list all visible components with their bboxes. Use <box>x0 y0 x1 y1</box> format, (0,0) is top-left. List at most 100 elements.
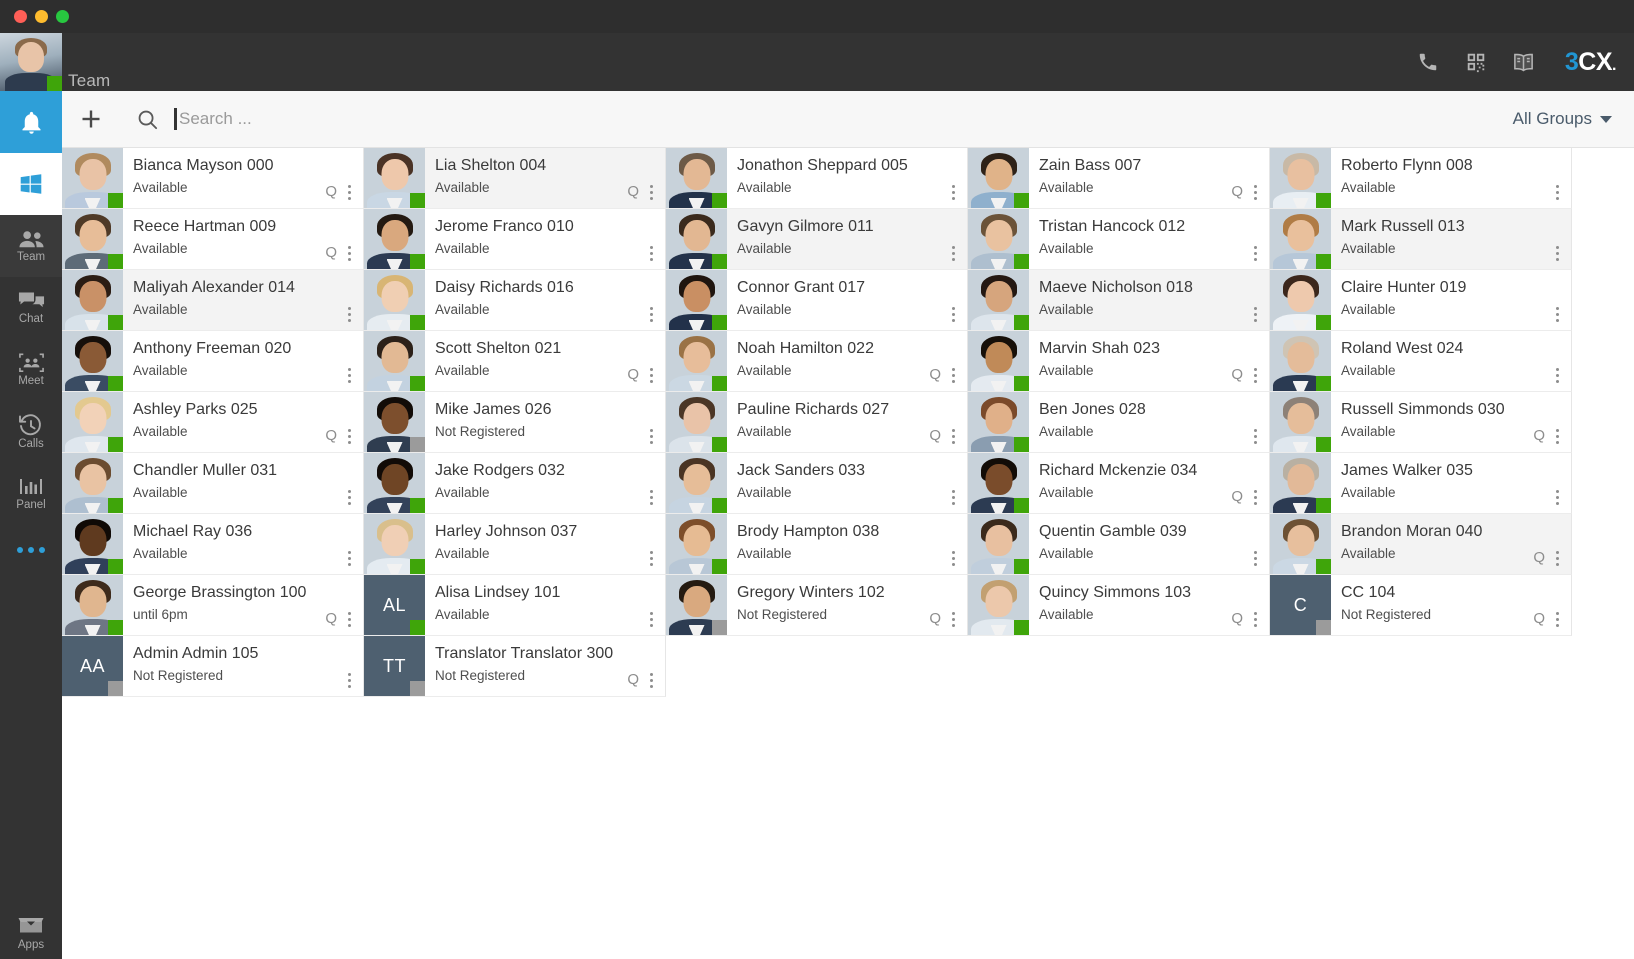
contact-card[interactable]: Claire Hunter 019 Available <box>1270 270 1572 331</box>
contact-menu-button[interactable] <box>342 183 356 201</box>
contact-menu-button[interactable] <box>342 610 356 628</box>
contact-menu-button[interactable] <box>946 488 960 506</box>
contact-card[interactable]: Ben Jones 028 Available <box>968 392 1270 453</box>
contact-card[interactable]: Zain Bass 007 Available Q <box>968 148 1270 209</box>
contact-card[interactable]: Chandler Muller 031 Available <box>62 453 364 514</box>
queue-icon[interactable]: Q <box>929 366 941 383</box>
contact-card[interactable]: James Walker 035 Available <box>1270 453 1572 514</box>
minimize-window-button[interactable] <box>35 10 48 23</box>
contact-menu-button[interactable] <box>946 427 960 445</box>
contact-menu-button[interactable] <box>644 549 658 567</box>
sidebar-item-chat[interactable]: Chat <box>0 277 62 339</box>
contact-card[interactable]: Roland West 024 Available <box>1270 331 1572 392</box>
sidebar-item-apps[interactable]: Apps <box>0 914 62 951</box>
contact-menu-button[interactable] <box>644 671 658 689</box>
contact-menu-button[interactable] <box>1248 244 1262 262</box>
queue-icon[interactable]: Q <box>929 610 941 627</box>
add-contact-button[interactable] <box>62 107 120 131</box>
contact-menu-button[interactable] <box>946 366 960 384</box>
contact-card[interactable]: Ashley Parks 025 Available Q <box>62 392 364 453</box>
contact-menu-button[interactable] <box>1550 244 1564 262</box>
contact-menu-button[interactable] <box>946 610 960 628</box>
contact-menu-button[interactable] <box>342 549 356 567</box>
contact-card[interactable]: Anthony Freeman 020 Available <box>62 331 364 392</box>
contact-menu-button[interactable] <box>644 183 658 201</box>
contact-card[interactable]: Jerome Franco 010 Available <box>364 209 666 270</box>
contact-card[interactable]: Brandon Moran 040 Available Q <box>1270 514 1572 575</box>
contact-card[interactable]: Daisy Richards 016 Available <box>364 270 666 331</box>
phonebook-icon[interactable] <box>1511 49 1537 75</box>
queue-icon[interactable]: Q <box>1231 366 1243 383</box>
contact-menu-button[interactable] <box>1550 549 1564 567</box>
contact-menu-button[interactable] <box>1550 305 1564 323</box>
sidebar-item-notifications[interactable] <box>0 91 62 153</box>
group-filter-dropdown[interactable]: All Groups <box>1513 109 1612 129</box>
contact-menu-button[interactable] <box>946 305 960 323</box>
contact-card[interactable]: Reece Hartman 009 Available Q <box>62 209 364 270</box>
queue-icon[interactable]: Q <box>1533 549 1545 566</box>
contact-card[interactable]: Richard Mckenzie 034 Available Q <box>968 453 1270 514</box>
phone-icon[interactable] <box>1415 49 1441 75</box>
contact-card[interactable]: Marvin Shah 023 Available Q <box>968 331 1270 392</box>
contact-card[interactable]: TT Translator Translator 300 Not Registere… <box>364 636 666 697</box>
search-input[interactable] <box>179 104 599 134</box>
contact-menu-button[interactable] <box>342 305 356 323</box>
queue-icon[interactable]: Q <box>325 183 337 200</box>
sidebar-item-calls[interactable]: Calls <box>0 401 62 463</box>
contact-menu-button[interactable] <box>946 244 960 262</box>
contact-card[interactable]: C CC 104 Not Registered Q <box>1270 575 1572 636</box>
my-avatar[interactable] <box>0 33 62 91</box>
queue-icon[interactable]: Q <box>627 366 639 383</box>
contact-card[interactable]: Roberto Flynn 008 Available <box>1270 148 1572 209</box>
contact-card[interactable]: Jonathon Sheppard 005 Available <box>666 148 968 209</box>
contact-card[interactable]: AL Alisa Lindsey 101 Available <box>364 575 666 636</box>
contact-card[interactable]: Jake Rodgers 032 Available <box>364 453 666 514</box>
contact-menu-button[interactable] <box>1550 366 1564 384</box>
contact-card[interactable]: Lia Shelton 004 Available Q <box>364 148 666 209</box>
contact-card[interactable]: Bianca Mayson 000 Available Q <box>62 148 364 209</box>
contact-menu-button[interactable] <box>1550 183 1564 201</box>
contact-menu-button[interactable] <box>644 305 658 323</box>
contact-card[interactable]: Brody Hampton 038 Available <box>666 514 968 575</box>
queue-icon[interactable]: Q <box>1231 488 1243 505</box>
contact-menu-button[interactable] <box>946 549 960 567</box>
contact-card[interactable]: Mike James 026 Not Registered <box>364 392 666 453</box>
contact-menu-button[interactable] <box>644 244 658 262</box>
qr-code-icon[interactable] <box>1463 49 1489 75</box>
maximize-window-button[interactable] <box>56 10 69 23</box>
contact-card[interactable]: Maeve Nicholson 018 Available <box>968 270 1270 331</box>
contact-card[interactable]: Quentin Gamble 039 Available <box>968 514 1270 575</box>
queue-icon[interactable]: Q <box>627 183 639 200</box>
sidebar-item-windows[interactable] <box>0 153 62 215</box>
queue-icon[interactable]: Q <box>627 671 639 688</box>
contact-card[interactable]: Mark Russell 013 Available <box>1270 209 1572 270</box>
contact-menu-button[interactable] <box>342 671 356 689</box>
contact-card[interactable]: Pauline Richards 027 Available Q <box>666 392 968 453</box>
queue-icon[interactable]: Q <box>325 610 337 627</box>
queue-icon[interactable]: Q <box>1231 183 1243 200</box>
queue-icon[interactable]: Q <box>325 244 337 261</box>
sidebar-item-panel[interactable]: Panel <box>0 463 62 525</box>
contact-card[interactable]: Scott Shelton 021 Available Q <box>364 331 666 392</box>
contact-menu-button[interactable] <box>342 244 356 262</box>
contact-menu-button[interactable] <box>644 488 658 506</box>
search-button[interactable] <box>120 108 174 131</box>
contact-menu-button[interactable] <box>1248 305 1262 323</box>
contact-menu-button[interactable] <box>946 183 960 201</box>
contact-card[interactable]: Connor Grant 017 Available <box>666 270 968 331</box>
contact-card[interactable]: Quincy Simmons 103 Available Q <box>968 575 1270 636</box>
contact-card[interactable]: AA Admin Admin 105 Not Registered <box>62 636 364 697</box>
contact-menu-button[interactable] <box>342 427 356 445</box>
contact-menu-button[interactable] <box>342 366 356 384</box>
contact-card[interactable]: Jack Sanders 033 Available <box>666 453 968 514</box>
contact-menu-button[interactable] <box>1248 610 1262 628</box>
contact-menu-button[interactable] <box>1550 610 1564 628</box>
contact-menu-button[interactable] <box>644 427 658 445</box>
queue-icon[interactable]: Q <box>1231 610 1243 627</box>
contact-card[interactable]: Russell Simmonds 030 Available Q <box>1270 392 1572 453</box>
queue-icon[interactable]: Q <box>1533 610 1545 627</box>
contact-menu-button[interactable] <box>1550 427 1564 445</box>
contact-card[interactable]: Michael Ray 036 Available <box>62 514 364 575</box>
queue-icon[interactable]: Q <box>1533 427 1545 444</box>
contact-card[interactable]: Noah Hamilton 022 Available Q <box>666 331 968 392</box>
